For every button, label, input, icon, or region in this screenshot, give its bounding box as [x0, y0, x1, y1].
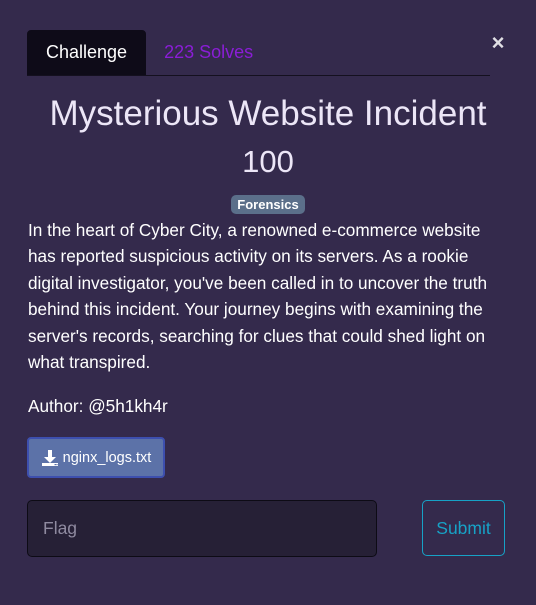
tab-challenge[interactable]: Challenge: [27, 30, 147, 75]
category-badge: Forensics: [231, 195, 305, 214]
challenge-author: Author: @5h1kh4r: [28, 396, 168, 416]
file-name: nginx_logs.txt: [62, 449, 152, 466]
challenge-modal: × Challenge 223 Solves Mysterious Websit…: [0, 0, 536, 605]
tab-solves-label: 223 Solves: [164, 42, 254, 62]
challenge-title: Mysterious Website Incident: [49, 94, 487, 133]
close-icon[interactable]: ×: [492, 30, 505, 55]
tab-bar: Challenge 223 Solves: [27, 30, 490, 76]
flag-input[interactable]: [27, 500, 377, 557]
challenge-points: 100: [242, 144, 294, 179]
submit-button[interactable]: Submit: [422, 500, 505, 556]
tab-challenge-label: Challenge: [46, 42, 128, 62]
tab-solves[interactable]: 223 Solves: [146, 30, 271, 75]
download-icon: [41, 449, 59, 467]
category-tag-wrapper: Forensics: [0, 195, 536, 214]
challenge-description: In the heart of Cyber City, a renowned e…: [28, 220, 488, 373]
download-file-button[interactable]: nginx_logs.txt: [27, 437, 165, 478]
close-button[interactable]: ×: [487, 30, 509, 56]
